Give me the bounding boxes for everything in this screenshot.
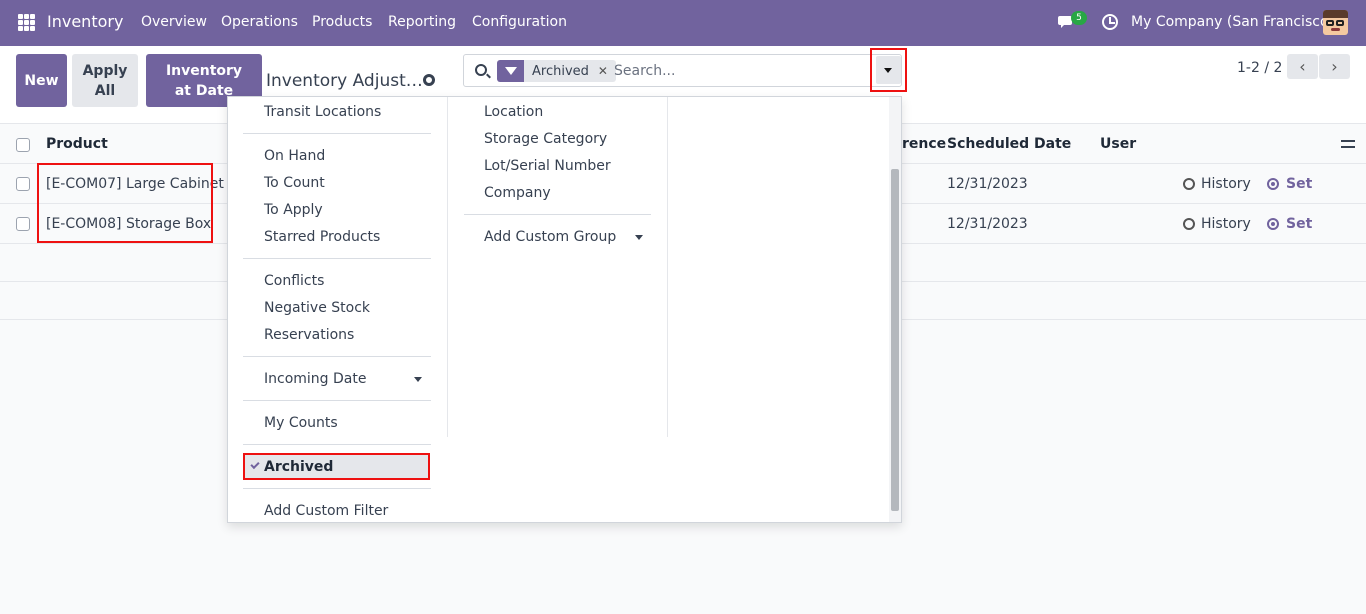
filter-to-apply[interactable]: To Apply [264,202,323,218]
set-button[interactable]: Set [1286,176,1312,192]
filter-reservations[interactable]: Reservations [264,327,354,343]
search-icon [475,64,487,76]
header-reference[interactable]: rence [902,136,946,152]
dropdown-scrollbar[interactable] [889,97,901,522]
search-options-toggle[interactable] [870,48,907,92]
pager-value[interactable]: 1-2 / 2 [1237,60,1282,76]
breadcrumb: Inventory Adjust… [266,71,423,91]
filter-incoming-date[interactable]: Incoming Date [264,371,366,387]
history-icon[interactable] [1183,178,1195,190]
header-product[interactable]: Product [46,136,108,152]
apps-menu-icon[interactable] [18,14,35,31]
filter-to-count[interactable]: To Count [264,175,325,191]
facet-remove-icon[interactable]: ✕ [598,64,608,78]
menu-products[interactable]: Products [312,14,372,30]
filter-icon [497,60,524,82]
filter-negative-stock[interactable]: Negative Stock [264,300,370,316]
history-button[interactable]: History [1201,176,1251,192]
filter-conflicts[interactable]: Conflicts [264,273,324,289]
company-switcher[interactable]: My Company (San Francisco) [1131,14,1334,30]
history-icon[interactable] [1183,218,1195,230]
product-highlight-box [37,163,213,243]
menu-operations[interactable]: Operations [221,14,298,30]
chevron-down-icon[interactable] [876,56,901,84]
user-avatar[interactable] [1323,10,1348,35]
search-bar: Archived ✕ [463,54,902,87]
filter-starred-products[interactable]: Starred Products [264,229,380,245]
row-scheduled-date: 12/31/2023 [947,176,1028,192]
set-button[interactable]: Set [1286,216,1312,232]
menu-overview[interactable]: Overview [141,14,207,30]
search-input[interactable] [614,61,864,81]
optional-columns-icon[interactable] [1341,138,1355,150]
filter-transit-locations[interactable]: Transit Locations [264,104,381,120]
gear-icon[interactable] [423,74,435,86]
select-all-checkbox[interactable] [16,138,30,152]
groupby-storage-category[interactable]: Storage Category [484,131,607,147]
groupby-lot-serial[interactable]: Lot/Serial Number [484,158,611,174]
apply-all-button[interactable]: Apply All [72,54,138,107]
chevron-down-icon[interactable] [635,235,643,240]
pager-previous-button[interactable]: ‹ [1287,54,1318,79]
header-user[interactable]: User [1100,136,1136,152]
row-checkbox[interactable] [16,217,30,231]
header-scheduled-date[interactable]: Scheduled Date [947,136,1071,152]
menu-reporting[interactable]: Reporting [388,14,456,30]
search-options-dropdown: Transit Locations On Hand To Count To Ap… [227,96,902,523]
groupby-company[interactable]: Company [484,185,551,201]
pager-next-button[interactable]: › [1319,54,1350,79]
search-facet-archived: Archived ✕ [497,60,616,82]
row-scheduled-date: 12/31/2023 [947,216,1028,232]
menu-configuration[interactable]: Configuration [472,14,567,30]
filter-on-hand[interactable]: On Hand [264,148,325,164]
groupby-add-custom[interactable]: Add Custom Group [484,229,616,245]
facet-label: Archived [532,63,589,79]
filter-my-counts[interactable]: My Counts [264,415,338,431]
scrollbar-thumb[interactable] [891,169,899,511]
chevron-down-icon[interactable] [414,377,422,382]
groupby-location[interactable]: Location [484,104,543,120]
activity-clock-icon[interactable] [1102,14,1118,30]
set-icon[interactable] [1267,178,1279,190]
top-navbar: Inventory Overview Operations Products R… [0,0,1366,46]
app-brand[interactable]: Inventory [47,12,123,31]
filter-add-custom[interactable]: Add Custom Filter [264,503,388,519]
row-checkbox[interactable] [16,177,30,191]
chat-count-badge: 5 [1071,11,1087,25]
set-icon[interactable] [1267,218,1279,230]
new-button[interactable]: New [16,54,67,107]
filter-archived[interactable]: Archived [264,459,333,475]
history-button[interactable]: History [1201,216,1251,232]
